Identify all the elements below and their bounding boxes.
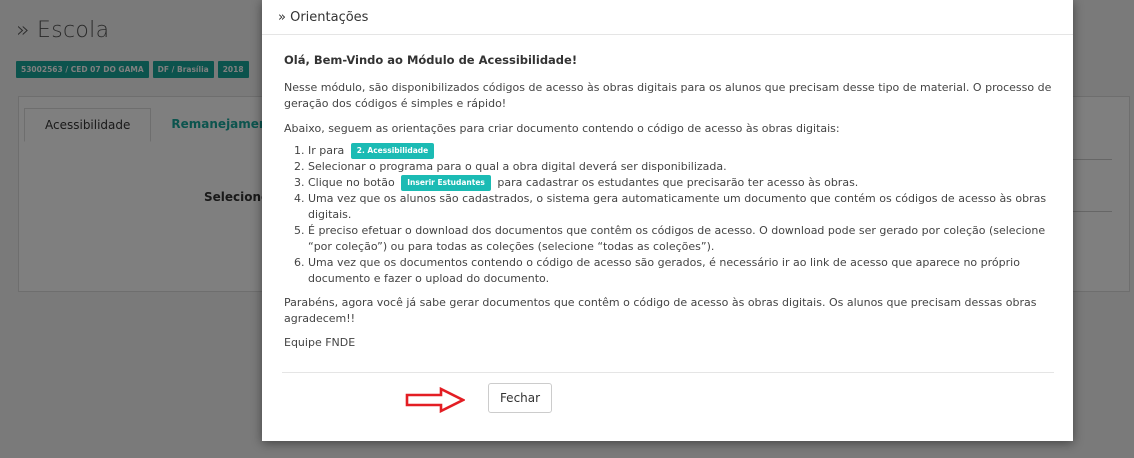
- signature: Equipe FNDE: [284, 336, 356, 349]
- step-item: É preciso efetuar o download dos documen…: [308, 223, 1054, 255]
- acessibilidade-badge: 2. Acessibilidade: [350, 143, 435, 159]
- modal-footer-divider: [282, 372, 1054, 373]
- orientacoes-modal: » Orientações Olá, Bem-Vindo ao Módulo d…: [262, 0, 1073, 441]
- steps-list: Ir para 2. Acessibilidade Selecionar o p…: [284, 143, 1054, 287]
- arrow-right-icon: [405, 387, 465, 413]
- step-item: Clique no botão Inserir Estudantes para …: [308, 175, 1054, 191]
- close-button[interactable]: Fechar: [488, 383, 552, 413]
- step-item: Uma vez que os documentos contendo o cód…: [308, 255, 1054, 287]
- welcome-heading: Olá, Bem-Vindo ao Módulo de Acessibilida…: [284, 53, 578, 67]
- step-item: Ir para 2. Acessibilidade: [308, 143, 1054, 159]
- inserir-estudantes-badge: Inserir Estudantes: [401, 175, 491, 191]
- step-item: Uma vez que os alunos são cadastrados, o…: [308, 191, 1054, 223]
- step-text: Ir para: [308, 144, 345, 157]
- congrats-text: Parabéns, agora você já sabe gerar docum…: [284, 296, 1037, 325]
- intro-text: Nesse módulo, são disponibilizados códig…: [284, 81, 1052, 110]
- step-text: para cadastrar os estudantes que precisa…: [497, 176, 859, 189]
- modal-title: » Orientações: [278, 9, 369, 25]
- modal-body: Olá, Bem-Vindo ao Módulo de Acessibilida…: [284, 52, 1054, 351]
- modal-header: » Orientações: [262, 0, 1073, 35]
- instructions-text: Abaixo, seguem as orientações para criar…: [284, 122, 840, 135]
- step-text: Clique no botão: [308, 176, 395, 189]
- step-item: Selecionar o programa para o qual a obra…: [308, 159, 1054, 175]
